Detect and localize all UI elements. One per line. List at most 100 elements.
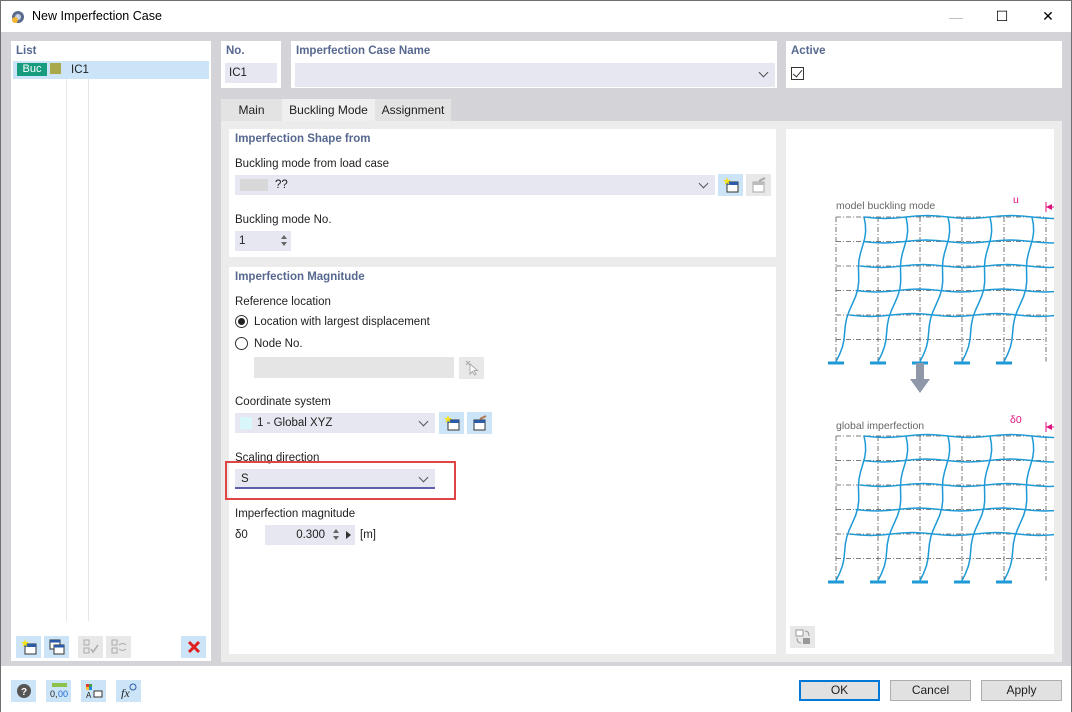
tab-content: Imperfection Shape from Buckling mode fr…	[221, 121, 1072, 662]
new-window-icon	[443, 415, 459, 431]
chevron-down-icon	[758, 67, 769, 78]
node-number-field[interactable]	[254, 357, 454, 378]
list-toolbar	[16, 636, 206, 658]
image-swap-icon	[795, 629, 810, 644]
top-dimension-label: u	[1013, 194, 1019, 206]
maximize-button[interactable]: ☐	[979, 1, 1025, 32]
arrowhead	[1046, 424, 1052, 430]
ok-button[interactable]: OK	[799, 680, 880, 701]
section-title: Imperfection Magnitude	[235, 271, 365, 283]
units-button[interactable]: 0, 00	[46, 680, 71, 702]
delete-item-button[interactable]	[181, 636, 206, 658]
reference-location-label: Reference location	[235, 296, 331, 308]
active-panel: Active	[786, 41, 1062, 88]
tab-main[interactable]: Main	[221, 99, 282, 121]
display-settings-button[interactable]: A	[81, 680, 106, 702]
color-swatch	[240, 417, 252, 429]
highlight-box	[225, 461, 456, 500]
minimize-button[interactable]: —	[933, 1, 979, 32]
support-icon	[870, 580, 886, 584]
top-caption: model buckling mode	[836, 200, 935, 212]
active-checkbox[interactable]	[791, 67, 804, 80]
imperfection-shape-section: Imperfection Shape from Buckling mode fr…	[229, 129, 776, 257]
list-item[interactable]: Buc IC1	[13, 61, 209, 79]
mode-number-value: 1	[239, 235, 246, 247]
imperfection-magnitude-label: Imperfection magnitude	[235, 508, 356, 520]
decimal-units-icon: 0, 00	[50, 683, 68, 699]
edit-coordinate-system-button[interactable]	[467, 412, 492, 434]
load-case-label: Buckling mode from load case	[235, 158, 390, 170]
close-icon: ✕	[1042, 8, 1054, 24]
title-bar: New Imperfection Case — ☐ ✕	[1, 1, 1071, 32]
load-case-combobox[interactable]: ??	[235, 175, 715, 195]
global-imperfection-frame	[828, 422, 1072, 584]
apply-button[interactable]: Apply	[981, 680, 1062, 701]
tab-label: Main	[238, 103, 265, 117]
formula-icon: fx	[121, 683, 136, 699]
maximize-icon: ☐	[995, 8, 1009, 24]
caret-right-icon[interactable]	[346, 531, 351, 539]
check-all-button[interactable]	[78, 636, 103, 658]
toggle-check-button[interactable]	[106, 636, 131, 658]
color-swatch	[50, 63, 61, 74]
node-no-radio[interactable]	[235, 337, 248, 350]
name-panel: Imperfection Case Name	[291, 41, 777, 88]
svg-text:A: A	[86, 691, 92, 699]
buckling-mode-frame	[828, 202, 1072, 365]
formula-button[interactable]: fx	[116, 680, 141, 702]
spin-arrows-icon[interactable]	[333, 528, 339, 542]
new-load-case-button[interactable]	[718, 174, 743, 196]
image-swap-button[interactable]	[790, 626, 815, 648]
type-badge: Buc	[17, 63, 47, 76]
largest-displacement-radio[interactable]	[235, 315, 248, 328]
number-label: No.	[226, 45, 245, 57]
close-button[interactable]: ✕	[1025, 1, 1071, 32]
case-name-combobox[interactable]	[295, 63, 775, 87]
help-button[interactable]: ?	[11, 680, 36, 702]
new-window-icon	[20, 639, 36, 655]
dialog-footer: ? 0, 00 A fx OK Cancel Apply	[1, 666, 1071, 712]
imperfection-magnitude-value: 0.300	[296, 529, 325, 541]
imperfection-magnitude-spinner[interactable]: 0.300	[265, 525, 355, 545]
tab-assignment[interactable]: Assignment	[375, 99, 451, 121]
down-arrow-icon	[910, 363, 930, 393]
support-icon	[954, 580, 970, 584]
illustration-panel: model buckling mode u global imperfectio…	[786, 129, 1072, 654]
support-icon	[996, 361, 1012, 365]
list-divider	[88, 61, 89, 621]
load-case-value: ??	[275, 179, 288, 191]
mode-number-spinner[interactable]: 1	[235, 231, 291, 251]
svg-text:00: 00	[58, 689, 68, 699]
display-settings-icon: A	[85, 684, 102, 699]
svg-text:fx: fx	[121, 686, 130, 699]
coordinate-system-combobox[interactable]: 1 - Global XYZ	[235, 413, 435, 433]
support-icon	[996, 580, 1012, 584]
toggle-check-icon	[111, 639, 126, 654]
chevron-down-icon	[418, 416, 429, 427]
edit-load-case-button[interactable]	[746, 174, 771, 196]
support-icon	[912, 580, 928, 584]
new-item-button[interactable]	[16, 636, 41, 658]
list-divider	[66, 61, 67, 621]
svg-text:0,: 0,	[50, 689, 58, 699]
pick-node-button[interactable]	[459, 357, 484, 379]
dialog-window: New Imperfection Case — ☐ ✕ List Buc IC1	[0, 0, 1072, 712]
list-item-name: IC1	[71, 64, 89, 76]
tab-buckling-mode[interactable]: Buckling Mode	[282, 99, 375, 121]
frame-beam	[855, 507, 1066, 512]
number-field[interactable]: IC1	[225, 63, 277, 83]
copy-item-button[interactable]	[44, 636, 69, 658]
window-title: New Imperfection Case	[32, 9, 162, 23]
minimize-icon: —	[949, 8, 963, 25]
support-icon	[870, 361, 886, 365]
node-no-label: Node No.	[254, 338, 303, 350]
new-coordinate-system-button[interactable]	[439, 412, 464, 434]
spin-arrows-icon[interactable]	[281, 234, 287, 248]
copy-window-icon	[49, 639, 64, 655]
edit-window-icon	[752, 177, 765, 193]
cancel-button[interactable]: Cancel	[890, 680, 971, 701]
pick-cursor-icon	[465, 360, 479, 376]
svg-text:?: ?	[21, 687, 27, 698]
coordinate-system-value: 1 - Global XYZ	[257, 417, 333, 429]
tab-label: Buckling Mode	[289, 103, 368, 117]
